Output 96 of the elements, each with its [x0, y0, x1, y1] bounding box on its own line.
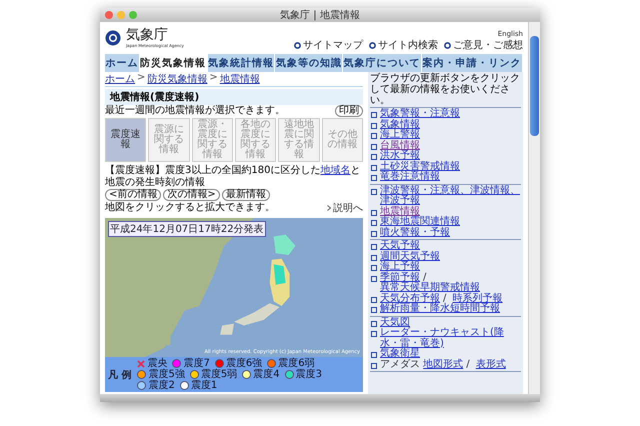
sidebar-link[interactable]: 噴火警報・予報	[380, 228, 450, 238]
legend-label: 震度2	[148, 380, 175, 391]
info-tab[interactable]: 震度速報	[105, 118, 146, 162]
square-bullet-icon	[371, 331, 377, 337]
sidebar-link[interactable]: 地震情報	[380, 206, 420, 217]
header-link[interactable]: サイト内検索	[378, 38, 438, 52]
sidebar-link[interactable]: 海上警報	[380, 130, 420, 140]
breadcrumb-link[interactable]: 地震情報	[220, 72, 260, 86]
square-bullet-icon	[371, 188, 377, 194]
legend-label: 震度3	[296, 369, 322, 380]
timestamp-label: 平成24年12月07日17時22分発表	[108, 221, 266, 237]
sidebar-link[interactable]: 天気分布予報	[380, 294, 440, 304]
sidebar-link[interactable]: 洪水予報	[380, 151, 420, 162]
sidebar-link[interactable]: 海上予報	[380, 262, 420, 272]
sidebar-link[interactable]: 気象警報・注意報	[380, 109, 460, 120]
sidebar-link[interactable]: 気象衛星	[380, 349, 420, 360]
square-bullet-icon	[371, 254, 377, 260]
sidebar-link[interactable]: レーダー・ナウキャスト(降水・雷・竜巻)	[380, 328, 521, 349]
intro-text: 最近一週間の地震情報が選択できます。	[105, 105, 285, 117]
legend-label: 震度5弱	[200, 369, 238, 380]
sidebar-link[interactable]: 天気図	[380, 318, 410, 328]
scrollbar-thumb[interactable]	[530, 36, 539, 136]
globe-logo-icon	[105, 29, 123, 47]
notice-text: ブラウザの更新ボタンをクリックして最新の情報をお使いください。	[370, 73, 521, 108]
sidebar-link[interactable]: 解析雨量・降水短時間予報	[380, 304, 500, 314]
header-link[interactable]: サイトマップ	[303, 38, 363, 52]
square-bullet-icon	[371, 320, 377, 326]
legend-label: 震度6弱	[278, 358, 315, 369]
slash-separator: /	[466, 358, 470, 370]
square-bullet-icon	[371, 210, 377, 216]
description-text: 【震度速報】震度3以上の全国約180に区分した地域名 と地震の発生時刻の情報	[105, 165, 362, 188]
header-link[interactable]: ご意見・ご感想	[453, 38, 523, 52]
legend-title: 凡 例	[108, 368, 132, 382]
square-bullet-icon	[371, 133, 377, 139]
sidebar-link[interactable]: 異常天候早期警戒情報	[380, 283, 480, 294]
region-name-link[interactable]: 地域名	[320, 165, 350, 176]
square-bullet-icon	[371, 154, 377, 160]
square-bullet-icon	[371, 230, 377, 236]
info-nav-button[interactable]: 次の情報>	[163, 189, 220, 201]
bullet-icon	[294, 42, 301, 48]
sidebar-text: アメダス	[380, 358, 420, 370]
square-bullet-icon	[371, 122, 377, 128]
minimize-icon[interactable]	[117, 11, 125, 19]
legend-label: 震度4	[253, 369, 280, 380]
legend-label: 震度7	[183, 358, 210, 369]
explanation-link[interactable]: 説明へ	[333, 201, 363, 215]
square-bullet-icon	[371, 175, 377, 181]
square-bullet-icon	[371, 352, 377, 358]
sidebar-link[interactable]: 竜巻注意情報	[380, 172, 440, 182]
sidebar-link[interactable]: 地図形式	[423, 360, 464, 370]
square-bullet-icon	[371, 144, 377, 150]
info-nav-button[interactable]: <前の情報	[105, 189, 162, 201]
slash-separator: /	[443, 292, 446, 304]
bullet-icon	[369, 42, 376, 48]
breadcrumb-separator: >	[209, 72, 218, 85]
sidebar-link[interactable]: 土砂災害警戒情報	[380, 162, 460, 172]
sidebar-link[interactable]: 津波警報・注意報、津波情報、津波予報	[380, 186, 521, 206]
square-bullet-icon	[371, 276, 377, 282]
square-bullet-icon	[371, 244, 377, 250]
map-hint-text: 地図をクリックすると拡大できます。	[105, 202, 275, 214]
sidebar-link[interactable]: 季節予報	[380, 272, 420, 283]
square-bullet-icon	[371, 164, 377, 170]
zoom-icon[interactable]	[129, 11, 137, 19]
square-bullet-icon	[371, 112, 377, 118]
nav-tab[interactable]: 防災気象情報	[140, 54, 208, 72]
nav-tab[interactable]: 気象統計情報	[208, 54, 276, 72]
slash-separator: /	[423, 272, 426, 282]
window-title: 気象庁 | 地震情報	[280, 8, 360, 22]
print-button[interactable]: 印刷	[335, 105, 363, 117]
bullet-icon	[444, 42, 451, 48]
page-title: 地震情報(震度速報)	[105, 89, 363, 105]
breadcrumb-link[interactable]: 防災気象情報	[147, 72, 208, 86]
sidebar-link[interactable]: 週間天気予報	[380, 252, 440, 262]
breadcrumb-separator: >	[137, 72, 146, 85]
sidebar-link[interactable]: 台風情報	[380, 140, 420, 151]
square-bullet-icon	[371, 362, 377, 368]
sidebar-link[interactable]: 天気予報	[380, 241, 420, 252]
square-bullet-icon	[371, 307, 377, 313]
scrollbar[interactable]	[528, 22, 540, 394]
legend-label: 震度5強	[148, 369, 185, 380]
sidebar-link[interactable]: 時系列予報	[452, 294, 503, 304]
sidebar-link[interactable]: 東海地震関連情報	[380, 217, 460, 228]
square-bullet-icon	[371, 265, 377, 271]
square-bullet-icon	[371, 220, 377, 226]
legend-label: 震央	[147, 358, 168, 369]
sidebar-link[interactable]: 気象情報	[380, 120, 420, 130]
square-bullet-icon	[371, 296, 377, 302]
sidebar-link[interactable]: 表形式	[476, 360, 506, 370]
legend-label: 震度6強	[226, 358, 262, 369]
legend-label: 震度1	[190, 380, 218, 391]
info-nav-button[interactable]: 最新情報	[222, 189, 270, 201]
breadcrumb-link[interactable]: ホーム	[105, 72, 135, 86]
logo-text: 気象庁	[126, 28, 169, 43]
chevron-icon	[327, 205, 331, 211]
nav-tab[interactable]: 気象等の知識	[275, 54, 344, 72]
close-icon[interactable]	[105, 11, 113, 19]
